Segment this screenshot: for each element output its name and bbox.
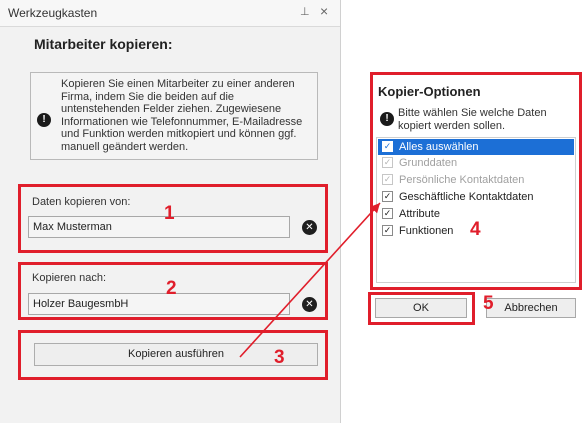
annotation-number-3: 3 xyxy=(274,347,285,368)
info-text: Kopieren Sie einen Mitarbeiter zu einer … xyxy=(61,78,303,153)
annotation-number-4: 4 xyxy=(470,219,481,240)
panel-title: Werkzeugkasten xyxy=(8,6,98,20)
highlight-frame-4 xyxy=(370,72,582,290)
close-icon[interactable]: × xyxy=(320,3,328,19)
annotation-number-2: 2 xyxy=(166,278,177,299)
cancel-button[interactable]: Abbrechen xyxy=(486,298,576,318)
annotation-number-1: 1 xyxy=(164,203,175,224)
info-box: ! Kopieren Sie einen Mitarbeiter zu eine… xyxy=(30,72,318,160)
section-title: Mitarbeiter kopieren: xyxy=(34,36,173,52)
highlight-frame-5 xyxy=(368,292,475,325)
info-icon: ! xyxy=(37,113,51,127)
annotation-number-5: 5 xyxy=(483,293,494,314)
pin-icon[interactable]: ⊥ xyxy=(300,5,310,18)
